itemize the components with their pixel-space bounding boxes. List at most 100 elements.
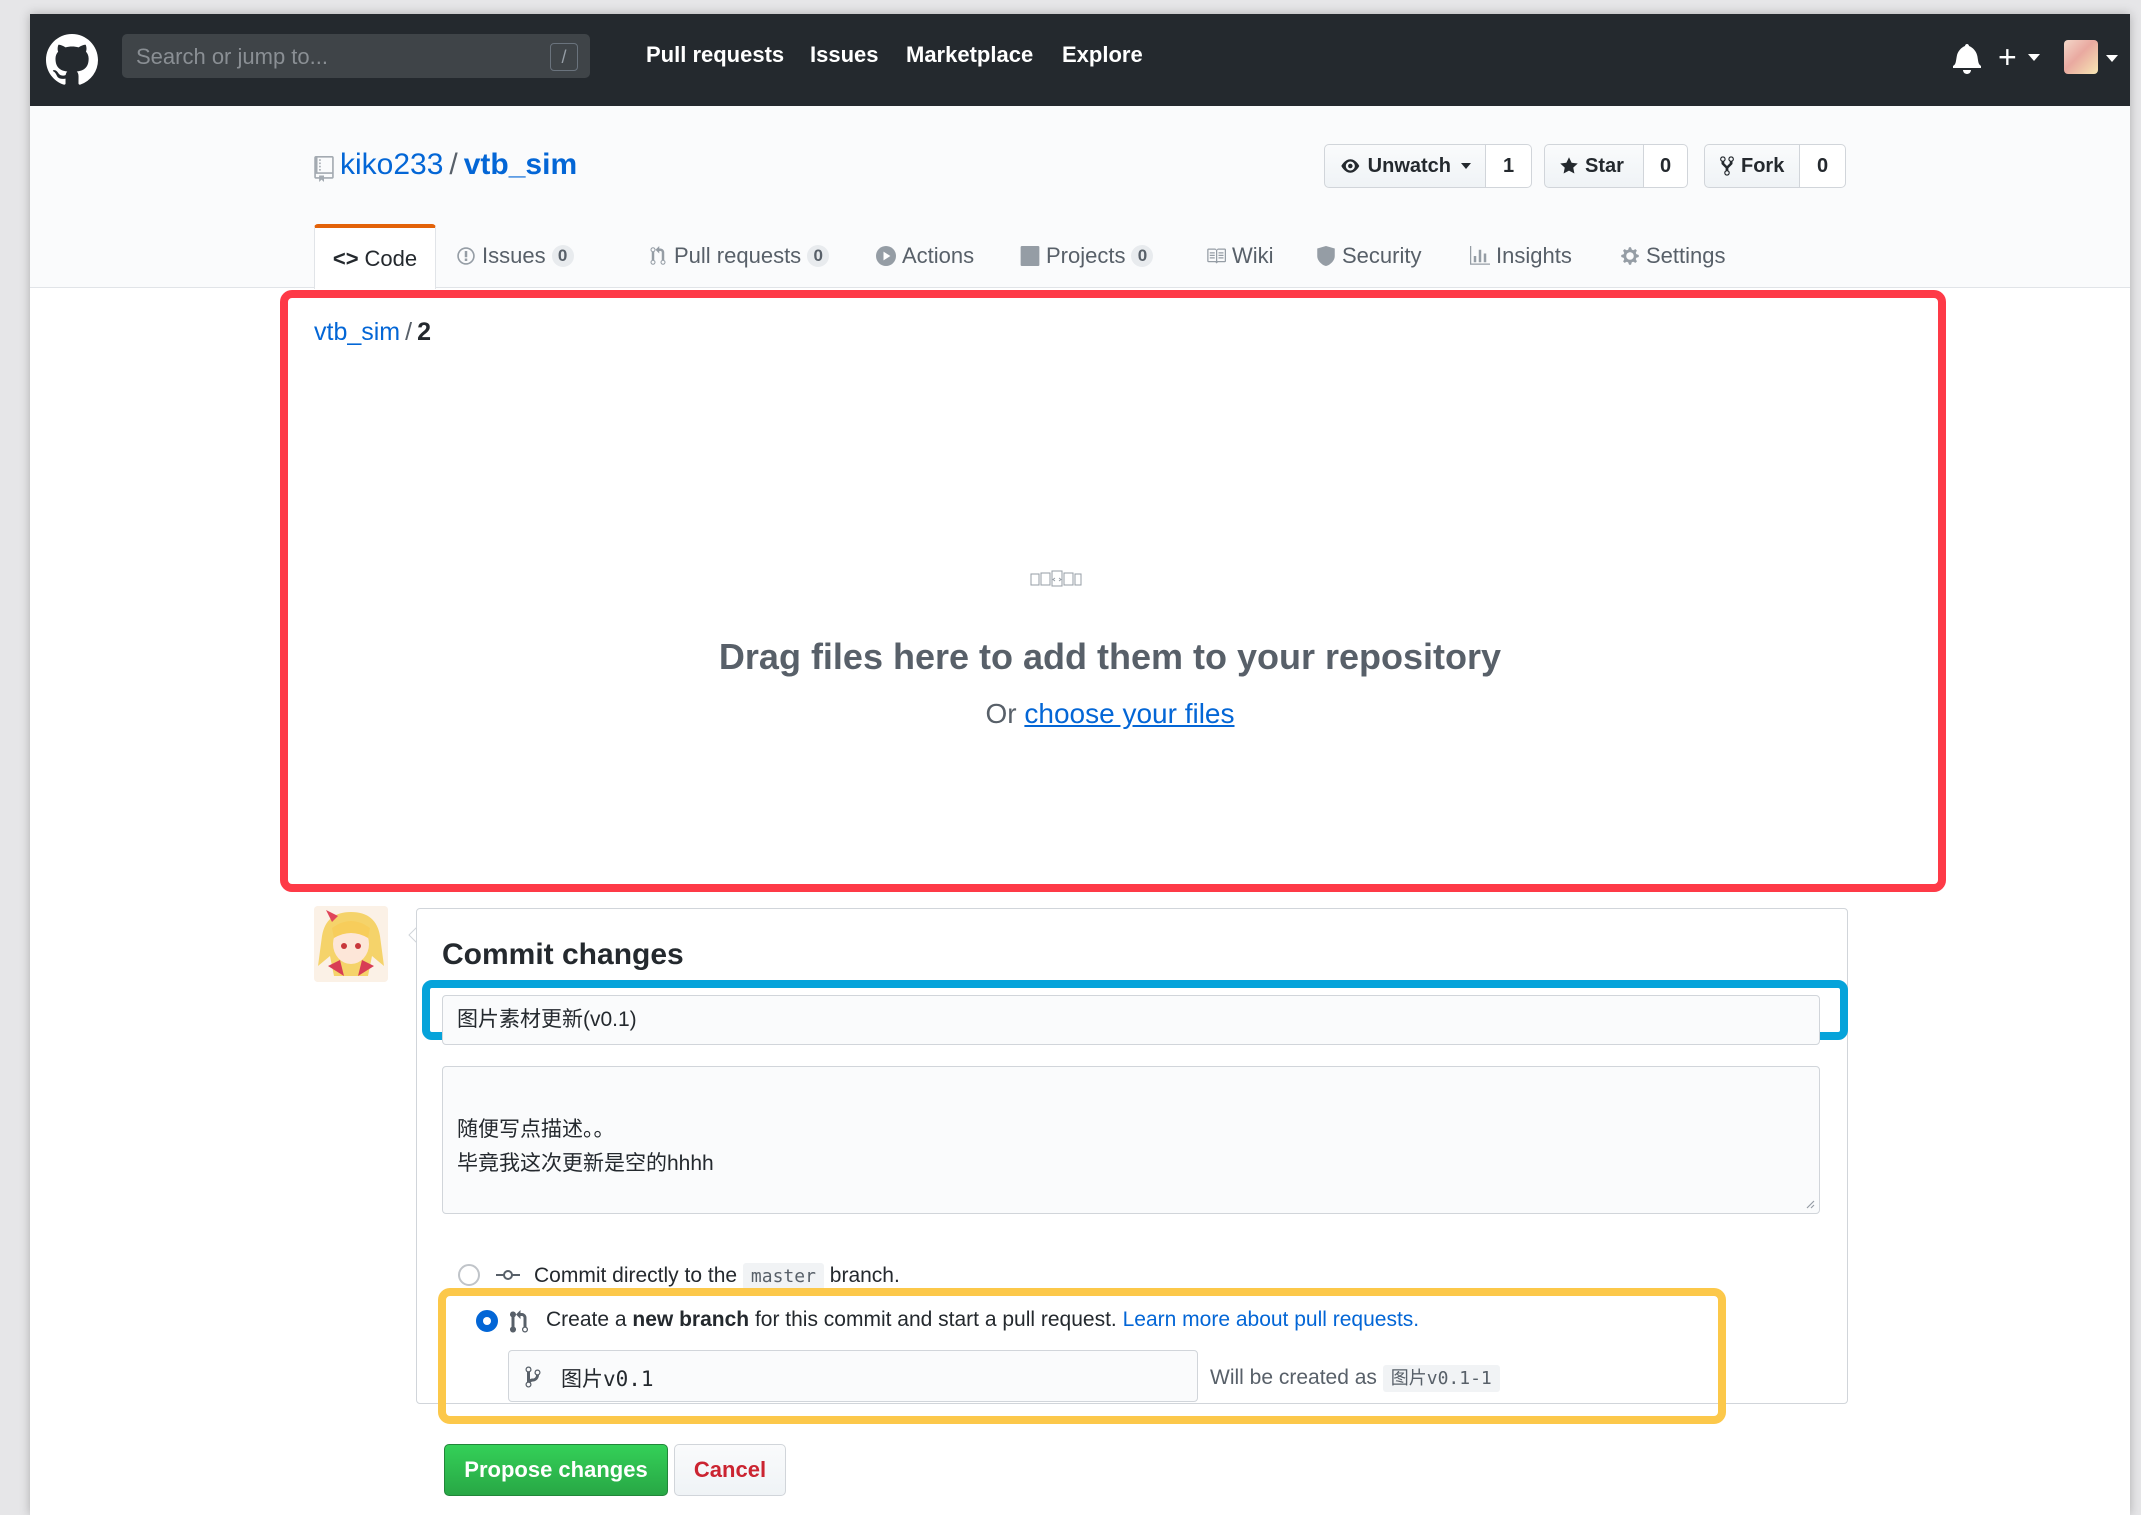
play-icon: [876, 246, 896, 266]
dropzone-title: Drag files here to add them to your repo…: [718, 636, 1502, 677]
issues-counter: 0: [551, 245, 574, 267]
breadcrumb-repo-link[interactable]: vtb_sim: [314, 318, 400, 346]
star-count[interactable]: 0: [1644, 144, 1688, 188]
search-input[interactable]: Search or jump to... /: [122, 34, 590, 78]
breadcrumb-separator: /: [405, 318, 413, 346]
issue-opened-icon: [457, 247, 475, 265]
pull-requests-counter: 0: [807, 245, 830, 267]
tab-code-label: Code: [364, 245, 418, 271]
nav-explore[interactable]: Explore: [1062, 42, 1143, 68]
tab-security-label: Security: [1342, 243, 1422, 268]
fork-button[interactable]: Fork: [1704, 144, 1800, 188]
create-new-menu[interactable]: +: [1998, 38, 2046, 76]
propose-changes-button[interactable]: Propose changes: [444, 1444, 668, 1496]
dropzone-or-text: Or: [985, 698, 1017, 729]
tab-wiki-label: Wiki: [1232, 243, 1274, 268]
graph-icon: [1470, 246, 1490, 265]
tab-issues-label: Issues: [482, 243, 546, 268]
code-icon: <>: [332, 245, 359, 271]
tab-insights[interactable]: Insights: [1470, 224, 1572, 288]
cancel-button[interactable]: Cancel: [674, 1444, 786, 1496]
tab-settings-label: Settings: [1646, 243, 1726, 268]
nav-marketplace[interactable]: Marketplace: [906, 42, 1033, 68]
repo-icon: [314, 156, 334, 182]
choose-files-link[interactable]: choose your files: [1024, 698, 1234, 729]
github-header: Search or jump to... / Pull requests Iss…: [30, 14, 2130, 106]
git-branch-icon: [525, 1366, 541, 1388]
branch-name-value: 图片v0.1: [561, 1367, 654, 1391]
repo-name-link[interactable]: vtb_sim: [464, 148, 577, 181]
star-label: Star: [1585, 154, 1624, 177]
file-types-icon: [1030, 570, 1082, 587]
tab-security[interactable]: Security: [1316, 224, 1421, 288]
tab-pull-requests-label: Pull requests: [674, 243, 802, 268]
pull-request-icon: [510, 1310, 528, 1333]
star-button-group: Star 0: [1544, 144, 1688, 188]
gear-icon: [1621, 247, 1639, 265]
commit-direct-radio[interactable]: [458, 1264, 480, 1286]
browser-window: Search or jump to... / Pull requests Iss…: [30, 14, 2130, 1515]
chevron-down-icon: [1461, 163, 1471, 169]
fork-icon: [1720, 156, 1734, 176]
star-button[interactable]: Star: [1544, 144, 1644, 188]
chevron-down-icon: [2028, 54, 2040, 61]
book-icon: [1207, 248, 1226, 264]
tab-settings[interactable]: Settings: [1620, 224, 1726, 288]
git-commit-icon: [496, 1270, 520, 1280]
fork-count[interactable]: 0: [1800, 144, 1846, 188]
repo-header: kiko233/vtb_sim Unwatch 1 Star 0 Fork 0: [30, 106, 2130, 289]
slash-shortcut-hint: /: [550, 43, 578, 71]
commit-summary-input[interactable]: 图片素材更新(v0.1): [442, 995, 1820, 1045]
eye-icon: [1341, 159, 1360, 173]
projects-counter: 0: [1131, 245, 1154, 267]
avatar: [314, 906, 388, 982]
dropzone-subtitle: Or choose your files: [790, 698, 1430, 730]
resize-grip-icon[interactable]: [1803, 1197, 1815, 1209]
new-branch-radio[interactable]: [476, 1310, 498, 1332]
tab-issues[interactable]: Issues 0: [456, 224, 574, 288]
learn-more-link[interactable]: Learn more about pull requests.: [1123, 1308, 1420, 1331]
tab-actions[interactable]: Actions: [876, 224, 974, 288]
tab-projects[interactable]: Projects 0: [1020, 224, 1154, 288]
anime-avatar-icon: [314, 906, 388, 982]
tab-projects-label: Projects: [1046, 243, 1126, 268]
new-branch-bold: new branch: [632, 1308, 750, 1331]
new-branch-suffix: for this commit and start a pull request…: [754, 1308, 1117, 1331]
tab-insights-label: Insights: [1496, 243, 1572, 268]
master-branch-code: master: [742, 1263, 824, 1290]
fork-label: Fork: [1741, 154, 1785, 177]
breadcrumb-path: 2: [417, 318, 431, 346]
will-be-created-note: Will be created as 图片v0.1-1: [1210, 1364, 1500, 1392]
tab-actions-label: Actions: [902, 243, 975, 268]
unwatch-button[interactable]: Unwatch: [1324, 144, 1486, 188]
tab-pull-requests[interactable]: Pull requests 0: [648, 224, 830, 288]
github-logo-icon[interactable]: [46, 34, 98, 86]
repo-owner-link[interactable]: kiko233: [340, 148, 443, 181]
created-branch-code: 图片v0.1-1: [1382, 1365, 1500, 1392]
watch-button-group: Unwatch 1: [1324, 144, 1532, 188]
star-icon: [1560, 157, 1578, 174]
commit-heading: Commit changes: [442, 938, 684, 971]
new-branch-prefix: Create a: [546, 1308, 627, 1331]
user-menu[interactable]: [2064, 40, 2120, 78]
nav-pull-requests[interactable]: Pull requests: [646, 42, 784, 68]
search-placeholder: Search or jump to...: [136, 44, 328, 69]
watch-count[interactable]: 1: [1486, 144, 1532, 188]
shield-icon: [1317, 246, 1335, 266]
avatar: [2064, 40, 2098, 74]
nav-issues[interactable]: Issues: [810, 42, 879, 68]
chevron-down-icon: [2106, 55, 2118, 62]
annotation-red-box: [280, 290, 1946, 892]
tab-code[interactable]: <> Code: [314, 224, 436, 289]
repo-title: kiko233/vtb_sim: [340, 148, 577, 182]
new-branch-label: Create a new branch for this commit and …: [546, 1308, 1419, 1332]
commit-direct-prefix: Commit directly to the: [534, 1264, 738, 1287]
unwatch-label: Unwatch: [1367, 154, 1451, 177]
branch-name-input[interactable]: 图片v0.1: [508, 1350, 1198, 1402]
fork-button-group: Fork 0: [1704, 144, 1846, 188]
pull-request-icon: [650, 246, 666, 265]
tab-wiki[interactable]: Wiki: [1206, 224, 1274, 288]
commit-description-textarea[interactable]: 随便写点描述。。 毕竟我这次更新是空的hhhh: [442, 1066, 1820, 1214]
notification-bell-icon[interactable]: [1952, 42, 1982, 74]
commit-direct-suffix: branch.: [829, 1264, 900, 1287]
